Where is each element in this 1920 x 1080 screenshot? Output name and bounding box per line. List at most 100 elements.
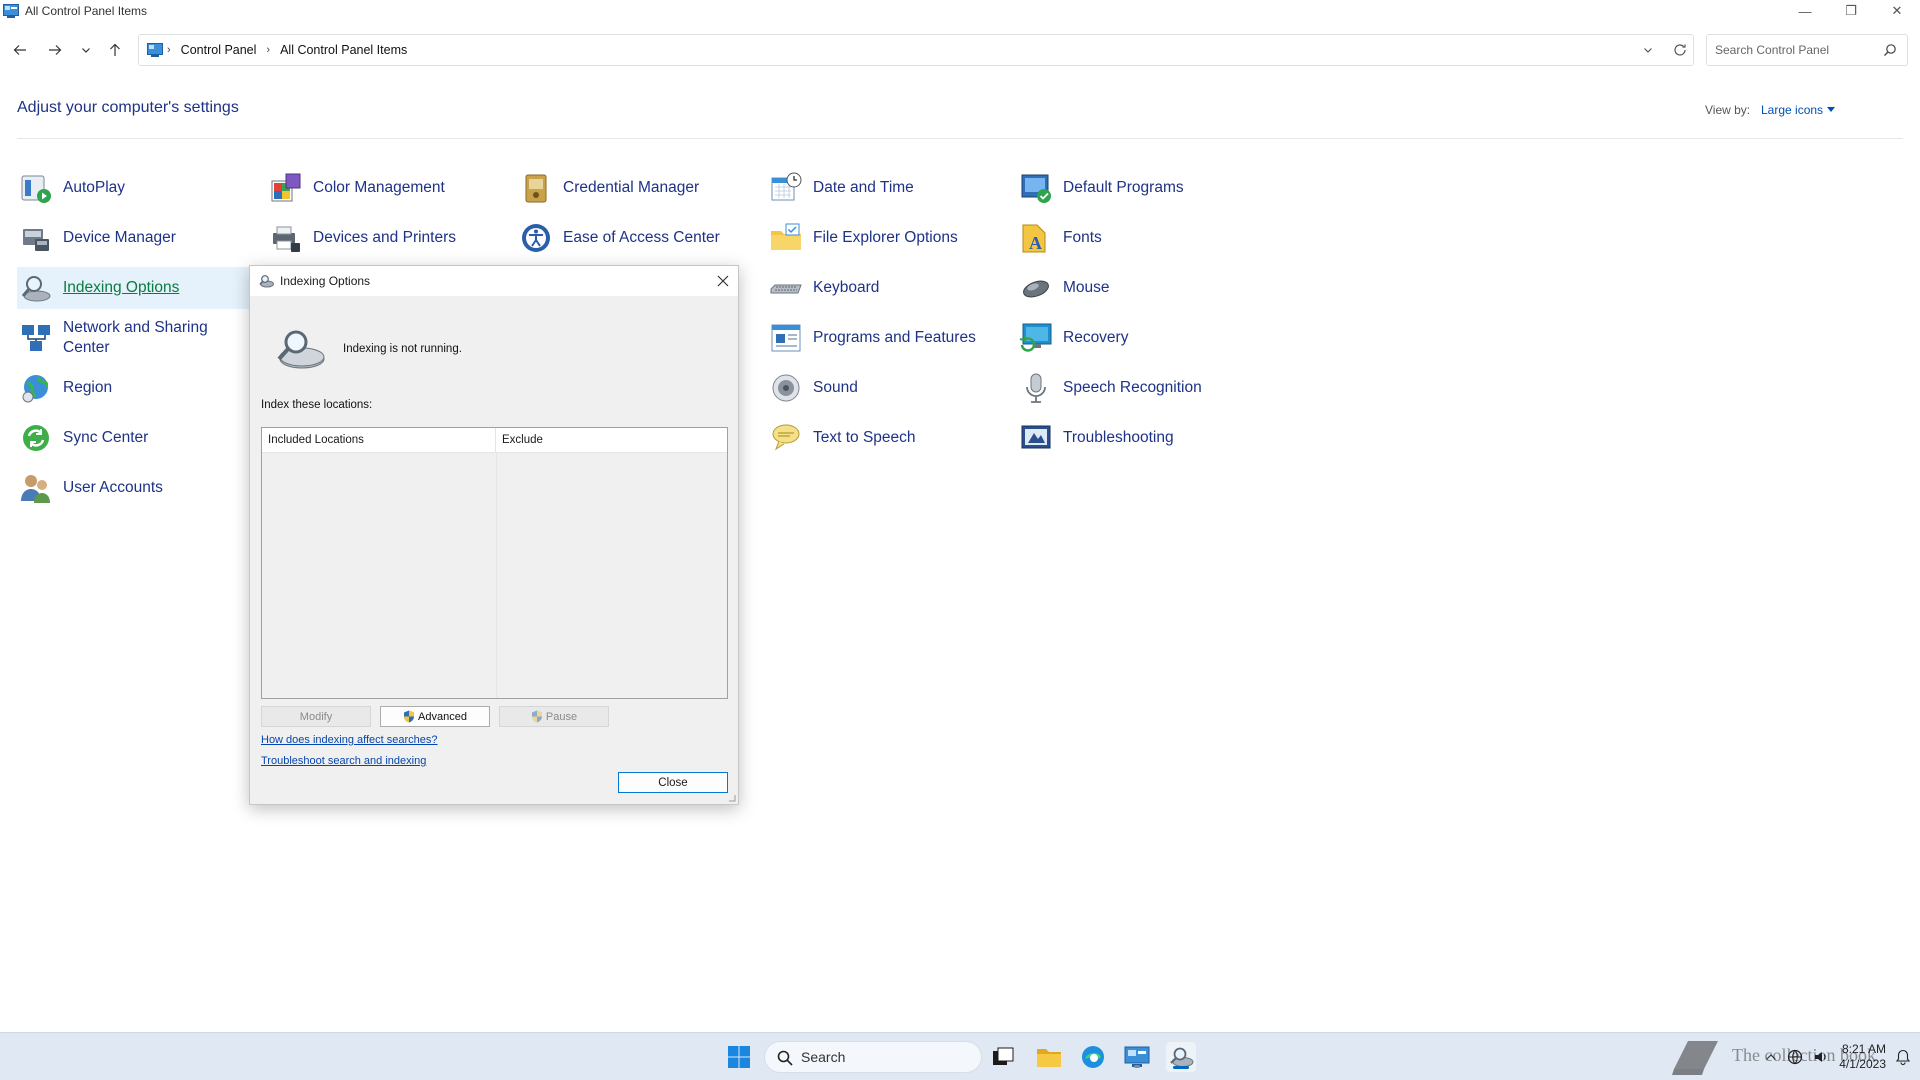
edge-button[interactable] — [1078, 1042, 1108, 1072]
file-explorer-button[interactable] — [1034, 1042, 1064, 1072]
item-date-time[interactable]: Date and Time — [767, 167, 1007, 209]
recovery-icon — [1019, 323, 1052, 352]
view-by-label: View by: — [1705, 103, 1751, 117]
control-panel-icon — [147, 43, 163, 57]
close-button[interactable]: Close — [618, 772, 728, 793]
divider — [17, 138, 1903, 139]
item-network-sharing[interactable]: Network and Sharing Center — [17, 317, 257, 359]
ease-of-access-icon — [522, 224, 550, 252]
item-label: User Accounts — [63, 479, 163, 496]
chevron-right-icon: › — [266, 44, 271, 56]
item-label: Date and Time — [813, 179, 914, 196]
item-fonts[interactable]: A Fonts — [1017, 217, 1257, 259]
column-included-locations[interactable]: Included Locations — [262, 428, 496, 452]
taskbar: Search The collection book 8:21 AM 4/1/2… — [0, 1032, 1920, 1080]
breadcrumb-all-items[interactable]: All Control Panel Items — [280, 43, 407, 57]
dialog-title-bar[interactable]: Indexing Options — [250, 266, 738, 296]
book-watermark-icon — [1672, 1041, 1718, 1075]
users-icon — [21, 475, 50, 503]
device-manager-icon — [23, 229, 49, 251]
item-programs-features[interactable]: Programs and Features — [767, 317, 1007, 359]
search-input[interactable]: Search Control Panel — [1706, 34, 1908, 66]
restore-button[interactable]: ❐ — [1828, 0, 1874, 22]
item-troubleshooting[interactable]: Troubleshooting — [1017, 417, 1257, 459]
autoplay-icon — [21, 175, 51, 203]
resize-grip-icon[interactable] — [726, 792, 736, 802]
running-indicator — [1134, 1065, 1140, 1068]
control-panel-icon — [3, 4, 19, 18]
programs-icon — [771, 324, 801, 352]
back-button[interactable] — [10, 40, 30, 60]
modify-button[interactable]: Modify — [261, 706, 371, 727]
indexing-options-icon — [259, 275, 274, 288]
item-label: Sync Center — [63, 429, 149, 446]
indexing-help-link[interactable]: How does indexing affect searches? — [261, 734, 438, 746]
item-region[interactable]: Region — [17, 367, 257, 409]
notifications-icon[interactable] — [1896, 1049, 1910, 1065]
chevron-down-icon — [82, 48, 90, 53]
item-label: Keyboard — [813, 279, 880, 296]
up-button[interactable] — [105, 40, 125, 60]
volume-icon[interactable] — [1813, 1049, 1829, 1065]
arrow-left-icon — [13, 45, 26, 55]
item-label: Recovery — [1063, 329, 1129, 346]
indexing-options-taskbar-button[interactable] — [1166, 1042, 1196, 1072]
chevron-up-icon[interactable] — [1765, 1052, 1777, 1062]
taskbar-search[interactable]: Search — [764, 1041, 982, 1073]
item-default-programs[interactable]: Default Programs — [1017, 167, 1257, 209]
item-ease-of-access[interactable]: Ease of Access Center — [517, 217, 757, 259]
item-sound[interactable]: Sound — [767, 367, 1007, 409]
taskbar-search-label: Search — [801, 1049, 846, 1065]
close-window-button[interactable]: ✕ — [1874, 0, 1920, 22]
advanced-button[interactable]: Advanced — [380, 706, 490, 727]
clock[interactable]: 8:21 AM 4/1/2023 — [1839, 1042, 1886, 1072]
item-autoplay[interactable]: AutoPlay — [17, 167, 257, 209]
minimize-button[interactable]: — — [1782, 0, 1828, 22]
clock-date: 4/1/2023 — [1839, 1057, 1886, 1071]
item-label: Troubleshooting — [1063, 429, 1174, 446]
locations-table[interactable]: Included Locations Exclude — [261, 427, 728, 699]
fonts-icon: A — [1022, 224, 1046, 253]
forward-button[interactable] — [45, 40, 65, 60]
chevron-down-icon[interactable] — [1643, 45, 1653, 55]
item-speech-recognition[interactable]: Speech Recognition — [1017, 367, 1257, 409]
address-bar[interactable]: › Control Panel › All Control Panel Item… — [138, 34, 1694, 66]
navigation-bar: › Control Panel › All Control Panel Item… — [0, 32, 1920, 68]
view-by-dropdown[interactable]: Large icons — [1761, 103, 1836, 117]
modify-label: Modify — [299, 710, 333, 723]
item-file-explorer-options[interactable]: File Explorer Options — [767, 217, 1007, 259]
table-header: Included Locations Exclude — [262, 428, 727, 453]
item-recovery[interactable]: Recovery — [1017, 317, 1257, 359]
task-view-button[interactable] — [988, 1042, 1018, 1072]
active-indicator — [1173, 1066, 1189, 1069]
troubleshoot-link[interactable]: Troubleshoot search and indexing — [261, 755, 426, 767]
item-sync-center[interactable]: Sync Center — [17, 417, 257, 459]
item-label: AutoPlay — [63, 179, 126, 196]
speaker-icon — [772, 374, 800, 402]
start-button[interactable] — [724, 1042, 754, 1072]
column-exclude[interactable]: Exclude — [496, 428, 543, 452]
item-user-accounts[interactable]: User Accounts — [17, 467, 257, 509]
item-text-to-speech[interactable]: Text to Speech — [767, 417, 1007, 459]
item-label: Sound — [813, 379, 858, 396]
index-locations-label: Index these locations: — [261, 399, 373, 411]
breadcrumb-control-panel[interactable]: Control Panel — [181, 43, 257, 57]
indexing-options-dialog: Indexing Options Indexing is not running… — [249, 265, 739, 805]
refresh-icon[interactable] — [1673, 43, 1687, 57]
item-keyboard[interactable]: Keyboard — [767, 267, 1007, 309]
item-device-manager[interactable]: Device Manager — [17, 217, 257, 259]
network-globe-icon[interactable] — [1787, 1049, 1803, 1065]
item-credential-manager[interactable]: Credential Manager — [517, 167, 757, 209]
color-management-icon — [271, 173, 301, 202]
item-indexing-options[interactable]: Indexing Options — [17, 267, 249, 309]
search-icon — [1884, 44, 1896, 56]
dialog-close-icon[interactable] — [714, 272, 732, 290]
item-mouse[interactable]: Mouse — [1017, 267, 1257, 309]
item-label: Indexing Options — [63, 279, 180, 296]
item-label: Ease of Access Center — [563, 229, 720, 246]
item-devices-printers[interactable]: Devices and Printers — [267, 217, 507, 259]
control-panel-taskbar-button[interactable] — [1122, 1042, 1152, 1072]
item-color-management[interactable]: Color Management — [267, 167, 507, 209]
recent-locations-button[interactable] — [76, 40, 96, 60]
pause-button[interactable]: Pause — [499, 706, 609, 727]
